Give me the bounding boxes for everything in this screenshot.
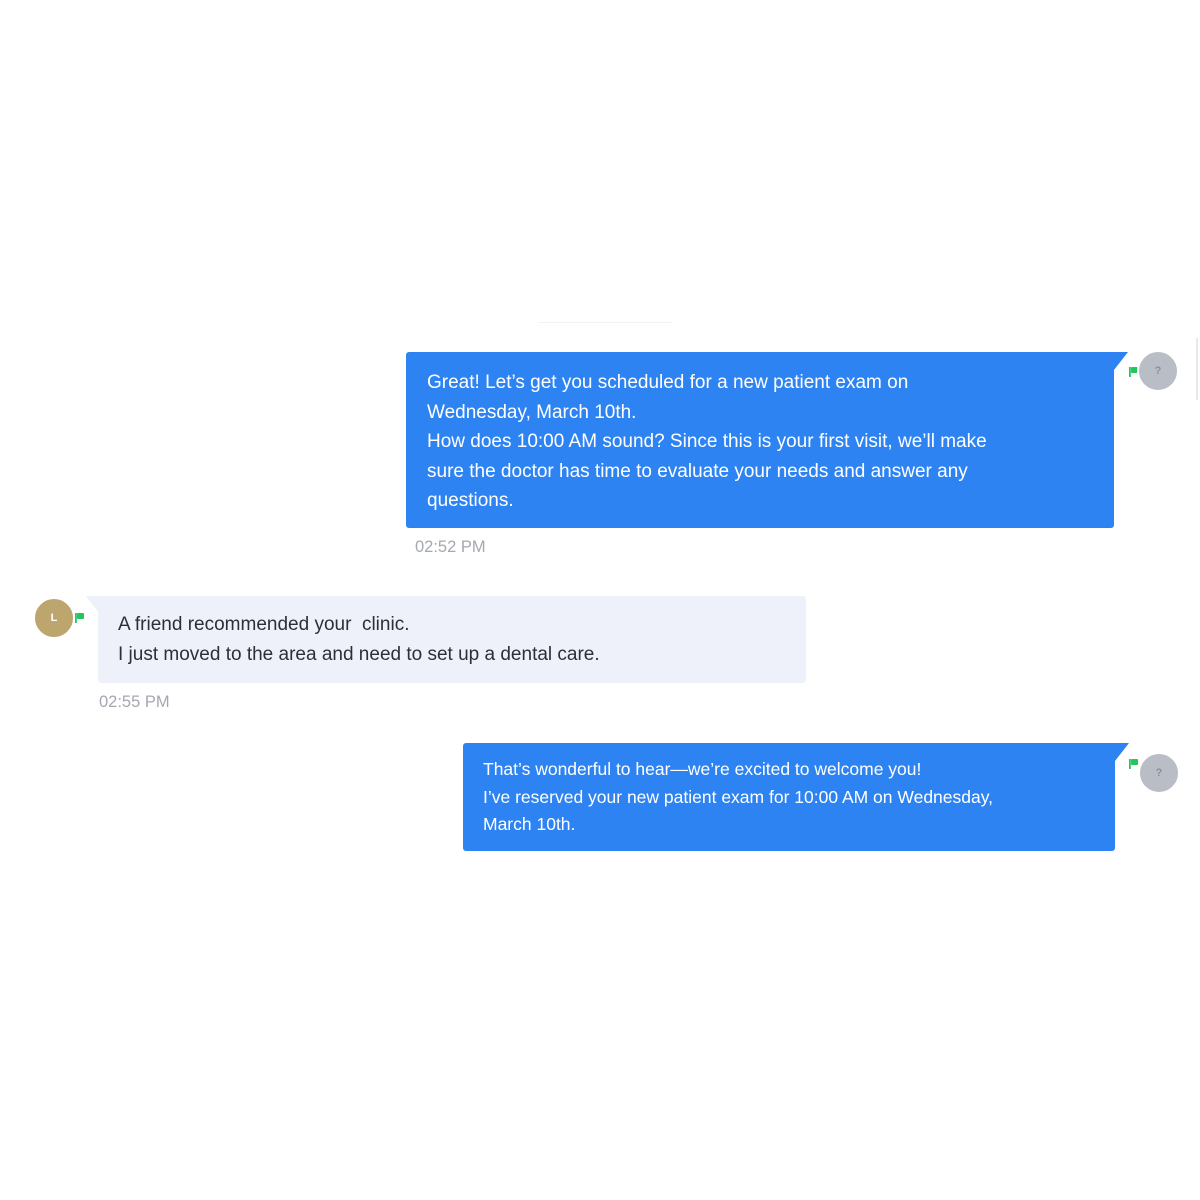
- message-text: Great! Let’s get you scheduled for a new…: [427, 372, 909, 393]
- avatar-initial: ?: [1155, 767, 1163, 779]
- message-text: sure the doctor has time to evaluate you…: [427, 460, 968, 482]
- incoming-message-bubble: A friend recommended your clinic. I just…: [86, 596, 806, 683]
- message-timestamp: 02:52 PM: [415, 538, 486, 556]
- message-text: Wednesday, March 10th.: [427, 401, 637, 423]
- user-avatar[interactable]: L: [33, 597, 75, 639]
- message-text: March 10th.: [483, 814, 576, 834]
- divider: [538, 322, 672, 323]
- message-text: questions.: [427, 490, 514, 512]
- chat-conversation: Great! Let’s get you scheduled for a new…: [0, 0, 1200, 1200]
- message-text: I’ve reserved your new patient exam for …: [483, 786, 994, 807]
- agent-avatar[interactable]: ?: [1138, 752, 1180, 794]
- flag-icon: [75, 613, 84, 623]
- avatar-initial: L: [50, 612, 58, 624]
- message-text: How does 10:00 AM sound? Since this is y…: [427, 431, 987, 453]
- message-text: A friend recommended your clinic.: [118, 614, 410, 635]
- avatar-initial: ?: [1154, 365, 1162, 377]
- message-timestamp: 02:55 PM: [99, 693, 170, 711]
- scrollbar[interactable]: [1196, 338, 1198, 400]
- message-text: I just moved to the area and need to set…: [118, 644, 600, 665]
- message-text: That’s wonderful to hear—we’re excited t…: [483, 759, 922, 779]
- outgoing-message-bubble: Great! Let’s get you scheduled for a new…: [406, 352, 1128, 528]
- agent-avatar[interactable]: ?: [1137, 350, 1179, 392]
- outgoing-message-bubble: That’s wonderful to hear—we’re excited t…: [463, 743, 1129, 851]
